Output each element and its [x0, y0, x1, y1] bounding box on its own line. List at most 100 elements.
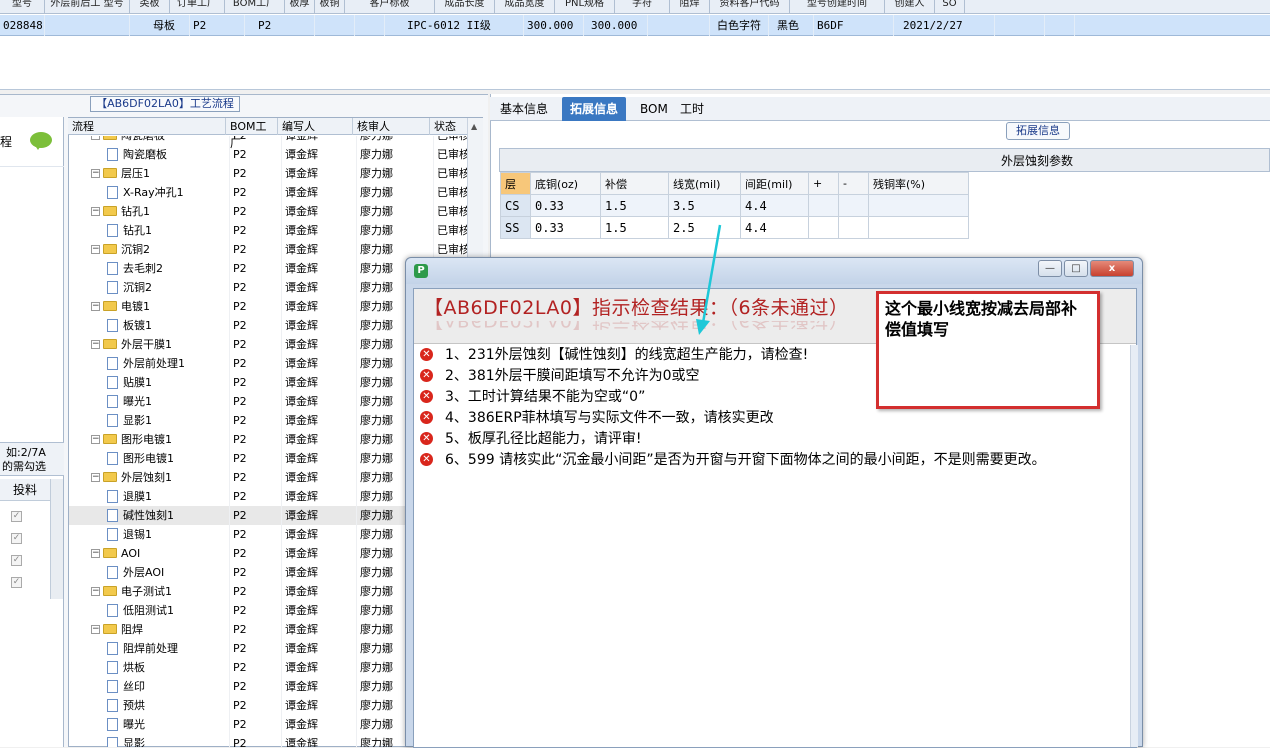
tree-col-header[interactable]: 核审人: [353, 118, 430, 135]
tab-1[interactable]: 拓展信息: [562, 97, 627, 121]
tree-col-header[interactable]: 编写人: [278, 118, 353, 135]
close-button[interactable]: x: [1090, 260, 1134, 277]
tree-node[interactable]: 预烘: [107, 696, 226, 715]
top-grid-col-header[interactable]: 板厚: [285, 0, 315, 14]
collapse-icon[interactable]: −: [91, 339, 100, 349]
tree-col-header[interactable]: BOM工厂: [226, 118, 278, 150]
top-grid-col-header[interactable]: PNL规格: [555, 0, 615, 14]
tree-node[interactable]: 碱性蚀刻1: [107, 506, 226, 525]
tree-node[interactable]: − 沉铜2: [91, 240, 226, 259]
dialog-titlebar[interactable]: P — □ x: [406, 258, 1142, 284]
tab-2[interactable]: BOM: [632, 97, 676, 121]
top-grid-cell[interactable]: [995, 15, 1045, 36]
top-grid-cell[interactable]: B6DF: [814, 15, 894, 36]
collapse-icon[interactable]: −: [91, 624, 100, 634]
collapse-icon[interactable]: −: [91, 434, 100, 444]
param-cell[interactable]: 4.4: [740, 194, 809, 217]
tree-col-header[interactable]: 状态: [430, 118, 468, 135]
top-grid-col-header[interactable]: 类板: [130, 0, 170, 14]
tree-node[interactable]: 陶瓷磨板: [107, 145, 226, 164]
tree-node[interactable]: − 陶瓷磨板: [91, 136, 226, 145]
tree-node[interactable]: − 层压1: [91, 164, 226, 183]
collapse-icon[interactable]: −: [91, 586, 100, 596]
top-grid-cell[interactable]: 2021/2/27: [900, 15, 995, 36]
top-grid-cell[interactable]: IPC-6012 II级: [404, 15, 524, 36]
collapse-icon[interactable]: −: [91, 548, 100, 558]
result-item[interactable]: ✕ 1、231外层蚀刻【碱性蚀刻】的线宽超生产能力，请检查!: [420, 345, 808, 366]
top-grid-col-header[interactable]: 资料客户代码: [710, 0, 790, 14]
tree-node[interactable]: − 电镀1: [91, 297, 226, 316]
param-cell[interactable]: 0.33: [530, 194, 601, 217]
collapse-icon[interactable]: −: [91, 206, 100, 216]
tree-col-header[interactable]: 流程: [68, 118, 226, 135]
feed-checkbox-4[interactable]: ✓: [11, 577, 22, 588]
tree-node[interactable]: 烘板: [107, 658, 226, 677]
tree-node[interactable]: 退锡1: [107, 525, 226, 544]
param-cell[interactable]: [808, 216, 839, 239]
param-cell[interactable]: [838, 194, 869, 217]
param-cell[interactable]: [868, 194, 969, 217]
tree-row[interactable]: 陶瓷磨板 P2 谭金辉 廖力娜 已审核: [69, 145, 469, 164]
tree-node[interactable]: 显影: [107, 734, 226, 747]
feed-checkbox-3[interactable]: ✓: [11, 555, 22, 566]
tree-node[interactable]: 贴膜1: [107, 373, 226, 392]
top-grid-cell[interactable]: [325, 15, 355, 36]
param-cell[interactable]: [838, 216, 869, 239]
tree-row[interactable]: 钻孔1 P2 谭金辉 廖力娜 已审核: [69, 221, 469, 240]
minimize-button[interactable]: —: [1038, 260, 1062, 277]
top-grid-col-header[interactable]: 型号创建时间: [790, 0, 885, 14]
top-grid-cell[interactable]: P2: [190, 15, 245, 36]
tree-node[interactable]: 曝光: [107, 715, 226, 734]
param-cell[interactable]: SS: [500, 216, 531, 239]
top-grid-cell[interactable]: 母板: [150, 15, 190, 36]
result-item[interactable]: ✕ 4、386ERP菲林填写与实际文件不一致，请核实更改: [420, 408, 774, 429]
tree-node[interactable]: 外层前处理1: [107, 354, 226, 373]
top-grid-cell[interactable]: P2: [255, 15, 315, 36]
tree-row[interactable]: − 层压1 P2 谭金辉 廖力娜 已审核: [69, 164, 469, 183]
param-cell[interactable]: 4.4: [740, 216, 809, 239]
collapse-icon[interactable]: −: [91, 244, 100, 254]
tree-node[interactable]: − 外层干膜1: [91, 335, 226, 354]
tree-node[interactable]: 丝印: [107, 677, 226, 696]
top-grid-row-selected[interactable]: 028848 母板 P2 P2 IPC-6012 II级 300.000 300.000 白色…: [0, 15, 1270, 36]
tree-node[interactable]: 板镀1: [107, 316, 226, 335]
tree-node[interactable]: 钻孔1: [107, 221, 226, 240]
top-grid-col-header[interactable]: 成品长度: [435, 0, 495, 14]
result-item[interactable]: ✕ 2、381外层干膜间距填写不允许为0或空: [420, 366, 700, 387]
tree-row[interactable]: X-Ray冲孔1 P2 谭金辉 廖力娜 已审核: [69, 183, 469, 202]
top-grid-cell[interactable]: [650, 15, 710, 36]
feed-checkbox-2[interactable]: ✓: [11, 533, 22, 544]
tree-row[interactable]: − 陶瓷磨板 P2谭金辉廖力娜已审核: [69, 136, 469, 145]
tree-node[interactable]: X-Ray冲孔1: [107, 183, 226, 202]
top-grid-col-header[interactable]: 字符: [615, 0, 670, 14]
top-grid-col-header[interactable]: 创建人: [885, 0, 935, 14]
top-grid-col-header[interactable]: 客户标板: [345, 0, 435, 14]
tab-0[interactable]: 基本信息: [492, 97, 556, 121]
tree-node[interactable]: − 阻焊: [91, 620, 226, 639]
top-grid-cell[interactable]: [355, 15, 385, 36]
result-item[interactable]: ✕ 3、工时计算结果不能为空或“0”: [420, 387, 645, 408]
result-item[interactable]: ✕ 6、599 请核实此“沉金最小间距”是否为开窗与开窗下面物体之间的最小间距，不…: [420, 450, 1046, 471]
feed-checkbox-1[interactable]: ✓: [11, 511, 22, 522]
scroll-up-arrow-icon[interactable]: ▲: [471, 122, 477, 131]
tree-node[interactable]: 曝光1: [107, 392, 226, 411]
top-grid-cell[interactable]: 黑色: [774, 15, 814, 36]
collapse-icon[interactable]: −: [91, 136, 100, 140]
param-cell[interactable]: 1.5: [600, 216, 669, 239]
top-grid-col-header[interactable]: 板铜: [315, 0, 345, 14]
top-grid-cell[interactable]: 300.000: [524, 15, 584, 36]
tree-node[interactable]: 低阻测试1: [107, 601, 226, 620]
tree-node[interactable]: 退膜1: [107, 487, 226, 506]
top-grid-cell[interactable]: 白色字符: [714, 15, 769, 36]
tree-node[interactable]: − 图形电镀1: [91, 430, 226, 449]
top-grid-col-header[interactable]: 型号: [0, 0, 45, 14]
collapse-icon[interactable]: −: [91, 301, 100, 311]
top-grid-cell[interactable]: 300.000: [588, 15, 648, 36]
top-grid-cell[interactable]: [45, 15, 130, 36]
tree-node[interactable]: 外层AOI: [107, 563, 226, 582]
tree-node[interactable]: 显影1: [107, 411, 226, 430]
tree-node[interactable]: 图形电镀1: [107, 449, 226, 468]
tree-node[interactable]: 沉铜2: [107, 278, 226, 297]
top-grid-col-header[interactable]: 订单工厂: [170, 0, 225, 14]
top-grid-col-header[interactable]: BOM工厂: [225, 0, 285, 14]
